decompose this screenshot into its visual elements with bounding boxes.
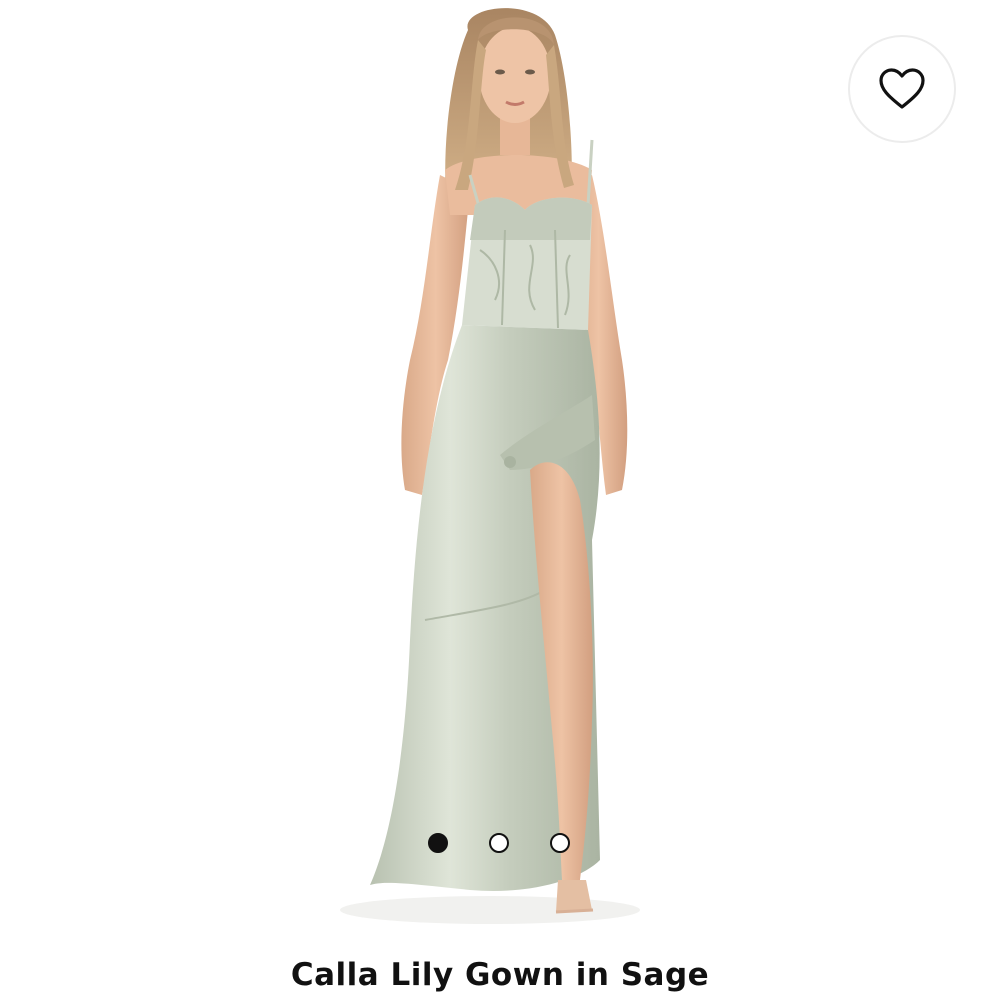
heart-outline-icon — [879, 68, 925, 109]
image-carousel-indicator — [428, 833, 570, 855]
product-title: Calla Lily Gown in Sage — [290, 957, 710, 993]
carousel-dot-1[interactable] — [428, 833, 448, 853]
favorite-button[interactable] — [848, 35, 956, 143]
product-page: Calla Lily Gown in Sage — [0, 0, 1000, 1000]
product-image[interactable] — [330, 0, 670, 935]
carousel-dot-3[interactable] — [550, 833, 570, 853]
carousel-dot-2[interactable] — [489, 833, 509, 853]
